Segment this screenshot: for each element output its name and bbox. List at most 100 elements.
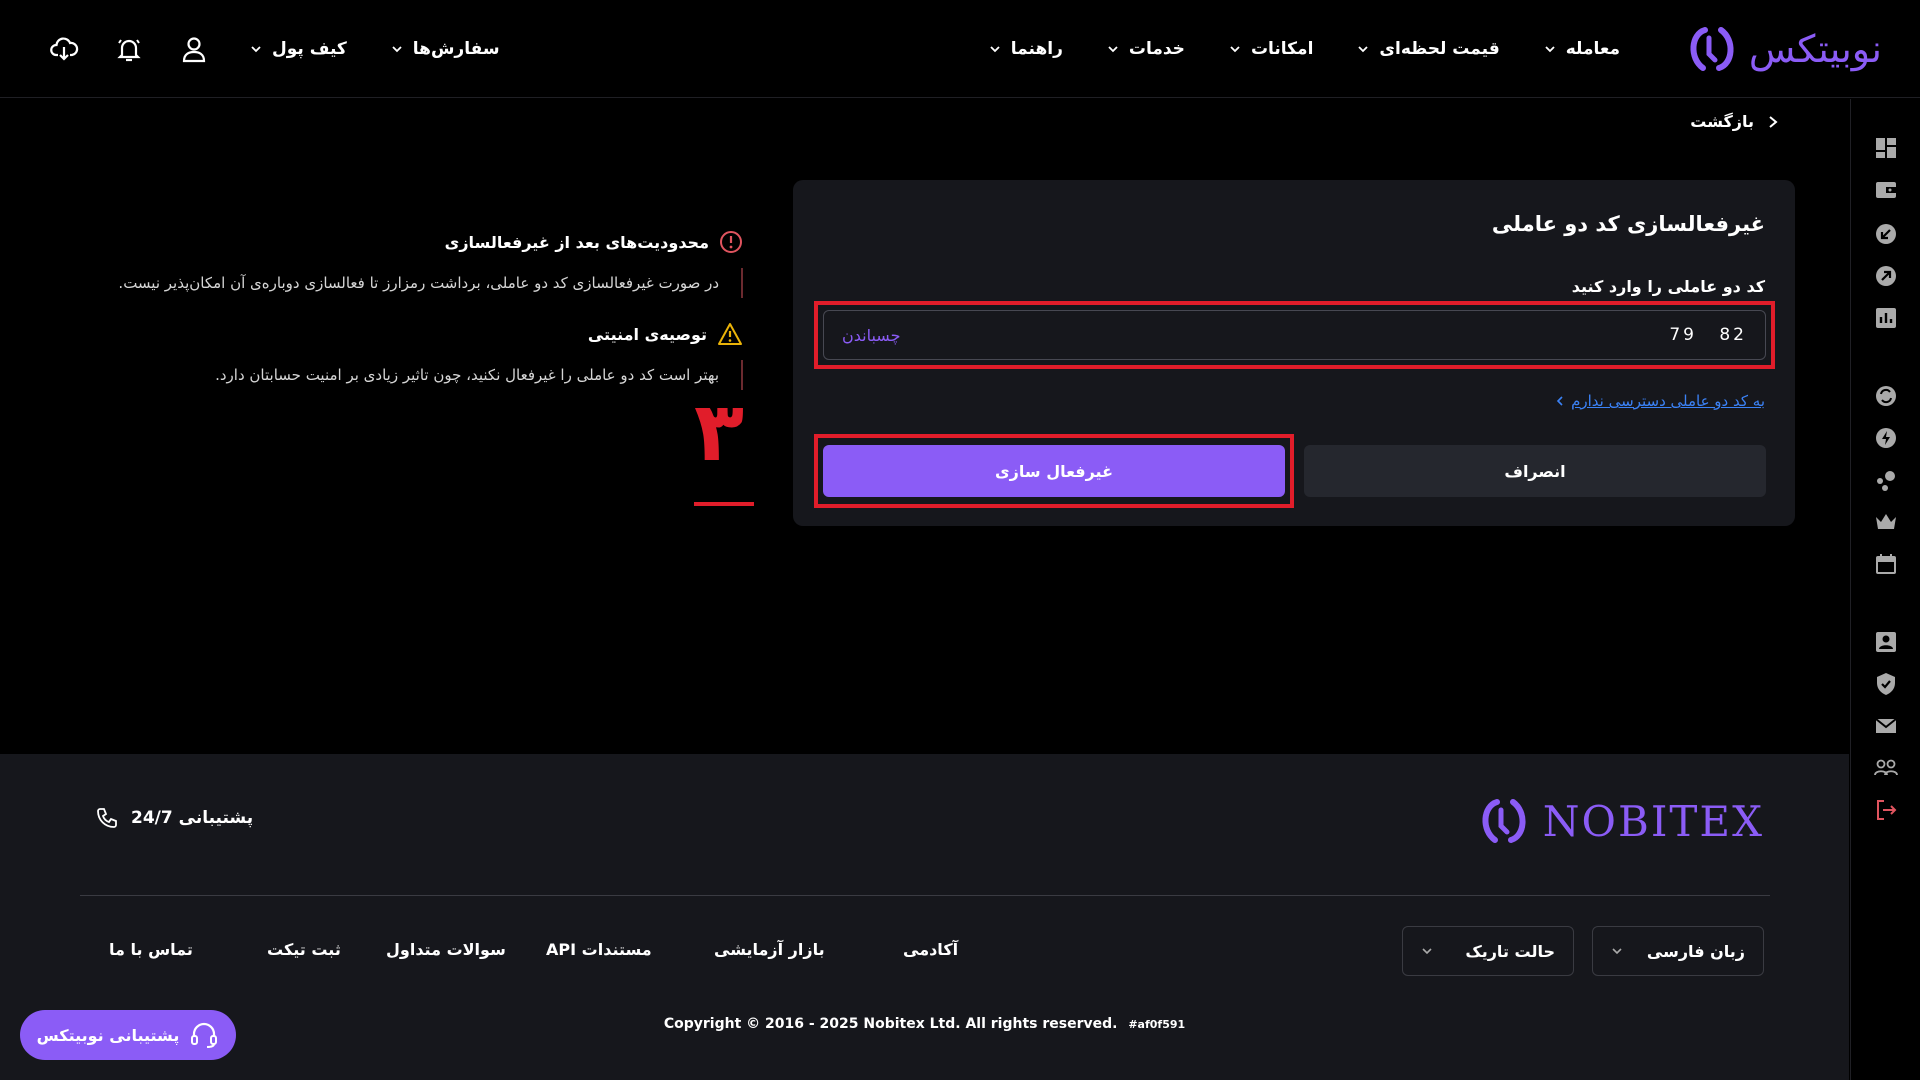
- support-chat-label: پشتیبانی نوبیتکس: [36, 1025, 180, 1045]
- brand-logo[interactable]: نوبیتکس: [1685, 22, 1882, 76]
- deposit-icon[interactable]: [1873, 221, 1899, 247]
- cancel-button[interactable]: انصراف: [1304, 445, 1766, 497]
- chevron-down-icon: [1422, 948, 1432, 955]
- copyright: Copyright © 2016 - 2025 Nobitex Ltd. All…: [0, 1016, 1849, 1032]
- card-title: غیرفعالسازی کد دو عاملی: [1491, 212, 1765, 236]
- app-root: نوبیتکس معامله قیمت لحظه‌ای امکانات خدما: [0, 0, 1920, 1080]
- nav-trade[interactable]: معامله: [1544, 39, 1620, 59]
- chevron-left-icon: [1556, 396, 1563, 406]
- nodes-icon[interactable]: [1873, 467, 1899, 493]
- account-menus: سفارش‌ها کیف پول: [250, 0, 500, 98]
- lightning-icon[interactable]: [1873, 425, 1899, 451]
- logout-icon[interactable]: [1873, 797, 1899, 823]
- footer-support[interactable]: پشتیبانی 24/7: [95, 806, 253, 830]
- chevron-down-icon: [1545, 46, 1555, 53]
- restriction-body: در صورت غیرفعالسازی کد دو عاملی، برداشت …: [118, 268, 743, 298]
- nav-orders[interactable]: سفارش‌ها: [391, 39, 500, 59]
- download-app-icon[interactable]: [48, 33, 80, 65]
- code-input-value: 79 82: [1669, 325, 1747, 345]
- chevron-right-icon: [1769, 115, 1778, 128]
- nav-features-label: امکانات: [1250, 39, 1314, 59]
- withdraw-icon[interactable]: [1873, 263, 1899, 289]
- wallet-icon[interactable]: [1873, 177, 1899, 203]
- nav-help[interactable]: راهنما: [989, 39, 1063, 59]
- theme-select-value: حالت تاریک: [1465, 941, 1555, 961]
- brand-logo-text: نوبیتکس: [1748, 27, 1882, 71]
- language-select[interactable]: زبان فارسی: [1592, 926, 1764, 976]
- no-access-link[interactable]: به کد دو عاملی دسترسی ندارم: [1555, 392, 1765, 410]
- chevron-down-icon: [1230, 46, 1240, 53]
- convert-icon[interactable]: [1873, 383, 1899, 409]
- security-note: توصیه‌ی امنیتی بهتر است کد دو عاملی را غ…: [63, 322, 743, 392]
- disable-2fa-card: غیرفعالسازی کد دو عاملی کد دو عاملی را و…: [793, 180, 1795, 526]
- security-title-row: توصیه‌ی امنیتی: [588, 322, 743, 346]
- code-field-label: کد دو عاملی را وارد کنید: [1571, 277, 1765, 296]
- footer-link-submit-ticket[interactable]: ثبت تیکت: [267, 940, 341, 959]
- main-nav: معامله قیمت لحظه‌ای امکانات خدمات راهنما: [989, 0, 1620, 98]
- back-label: بازگشت: [1690, 112, 1754, 131]
- calendar-icon[interactable]: [1873, 551, 1899, 577]
- deactivate-button[interactable]: غیرفعال سازی: [823, 445, 1285, 497]
- chevron-down-icon: [251, 46, 261, 53]
- chevron-down-icon: [1108, 46, 1118, 53]
- footer-link-academy[interactable]: آکادمی: [903, 940, 958, 959]
- nav-features[interactable]: امکانات: [1229, 39, 1313, 59]
- build-hash: #af0f591: [1128, 1018, 1186, 1031]
- nav-prices-label: قیمت لحظه‌ای: [1379, 39, 1500, 59]
- footer-link-api-docs[interactable]: مستندات API: [546, 940, 652, 959]
- chevron-down-icon: [1358, 46, 1369, 53]
- support-chat-button[interactable]: پشتیبانی نوبیتکس: [20, 1010, 236, 1060]
- restriction-note: محدودیت‌های بعد از غیرفعالسازی در صورت غ…: [63, 230, 743, 300]
- headset-icon: [191, 1022, 218, 1048]
- nav-services-label: خدمات: [1128, 39, 1185, 59]
- footer-divider: [80, 895, 1770, 896]
- nav-prices[interactable]: قیمت لحظه‌ای: [1357, 39, 1500, 59]
- alert-circle-icon: [720, 231, 742, 253]
- chevron-down-icon: [392, 46, 402, 53]
- shield-icon[interactable]: [1873, 671, 1899, 697]
- language-select-value: زبان فارسی: [1646, 941, 1745, 961]
- two-factor-code-input[interactable]: 79 82 چسباندن: [823, 310, 1766, 360]
- step-annotation: ۳: [694, 385, 745, 480]
- profile-icon[interactable]: [1873, 629, 1899, 655]
- notification-bell-icon[interactable]: [113, 33, 145, 65]
- no-access-label: به کد دو عاملی دسترسی ندارم: [1571, 392, 1765, 410]
- footer-support-label: پشتیبانی 24/7: [131, 808, 254, 828]
- crown-icon[interactable]: [1873, 509, 1899, 535]
- footer-logo[interactable]: NOBITEX: [1477, 794, 1764, 848]
- nobitex-logo-icon: [1690, 27, 1734, 71]
- footer-link-demo-market[interactable]: بازار آزمایشی: [714, 940, 825, 959]
- nav-trade-label: معامله: [1565, 39, 1620, 59]
- footer-links: آکادمی بازار آزمایشی مستندات API سوالات …: [0, 940, 1000, 970]
- warning-triangle-icon: [718, 323, 742, 345]
- security-title: توصیه‌ی امنیتی: [587, 324, 707, 344]
- chevron-down-icon: [990, 46, 1000, 53]
- top-header: نوبیتکس معامله قیمت لحظه‌ای امکانات خدما: [0, 0, 1920, 98]
- footer: NOBITEX پشتیبانی 24/7 زبان فارسی حالت تا…: [0, 754, 1849, 1080]
- restriction-title: محدودیت‌های بعد از غیرفعالسازی: [444, 232, 709, 252]
- chevron-down-icon: [1612, 948, 1622, 955]
- footer-logo-text: NOBITEX: [1542, 796, 1764, 846]
- chart-icon[interactable]: [1873, 305, 1899, 331]
- phone-icon: [97, 808, 117, 828]
- nobitex-logo-icon: [1482, 799, 1526, 843]
- header-icons: [48, 33, 210, 65]
- footer-link-faq[interactable]: سوالات متداول: [386, 940, 506, 959]
- footer-link-contact[interactable]: تماس با ما: [109, 940, 193, 959]
- copyright-text: Copyright © 2016 - 2025 Nobitex Ltd. All…: [663, 1016, 1118, 1032]
- back-button[interactable]: بازگشت: [1690, 112, 1780, 131]
- users-icon[interactable]: [1873, 755, 1899, 781]
- step-annotation-underline: [694, 502, 754, 506]
- nav-wallet[interactable]: کیف پول: [250, 39, 347, 59]
- nav-services[interactable]: خدمات: [1107, 39, 1185, 59]
- mail-icon[interactable]: [1873, 713, 1899, 739]
- nav-help-label: راهنما: [1010, 39, 1063, 59]
- restriction-title-row: محدودیت‌های بعد از غیرفعالسازی: [445, 230, 743, 254]
- theme-select[interactable]: حالت تاریک: [1402, 926, 1574, 976]
- nav-orders-label: سفارش‌ها: [412, 39, 500, 59]
- user-profile-icon[interactable]: [178, 33, 210, 65]
- paste-button[interactable]: چسباندن: [842, 326, 900, 345]
- dashboard-icon[interactable]: [1873, 135, 1899, 161]
- nav-wallet-label: کیف پول: [272, 39, 347, 59]
- security-body: بهتر است کد دو عاملی را غیرفعال نکنید، چ…: [215, 360, 743, 390]
